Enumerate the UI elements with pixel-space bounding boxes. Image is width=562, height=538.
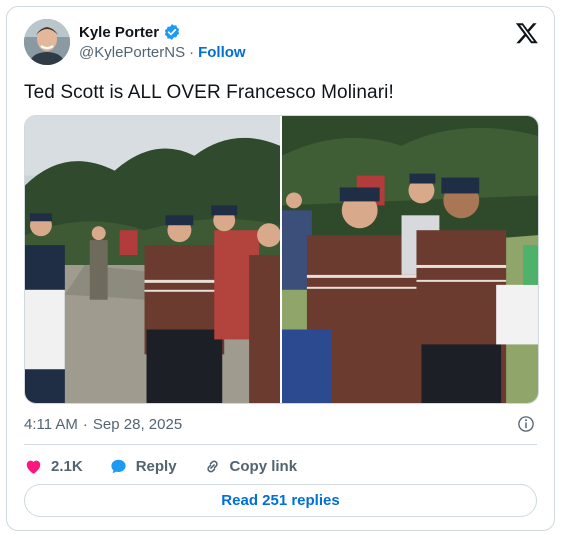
author-handle-row: @KylePorterNS · Follow: [79, 44, 246, 61]
photo-left[interactable]: [25, 116, 280, 403]
tweet-media[interactable]: [24, 115, 539, 404]
tweet-time: 4:11 AM: [24, 416, 78, 433]
action-bar: 2.1K Reply Copy link: [24, 456, 323, 476]
tweet-timestamp[interactable]: 4:11 AM · Sep 28, 2025: [24, 416, 182, 433]
tweet-card: Kyle Porter @KylePorterNS · Follow Ted S…: [6, 6, 555, 531]
follow-button[interactable]: Follow: [198, 44, 246, 61]
reply-bubble-icon: [111, 459, 126, 473]
read-replies-button[interactable]: Read 251 replies: [24, 484, 537, 517]
tweet-date: Sep 28, 2025: [92, 416, 183, 433]
copy-link-button[interactable]: Copy link: [203, 457, 298, 476]
info-icon[interactable]: [517, 415, 535, 433]
handle-separator: ·: [189, 44, 195, 61]
author-handle[interactable]: @KylePorterNS: [79, 44, 185, 61]
photo-right[interactable]: [282, 116, 538, 403]
divider: [24, 444, 537, 445]
copy-link-label: Copy link: [229, 457, 298, 475]
author-name[interactable]: Kyle Porter: [79, 24, 159, 41]
heart-icon: [26, 460, 41, 474]
like-count: 2.1K: [51, 457, 83, 475]
reply-label: Reply: [135, 457, 177, 475]
tweet-text: Ted Scott is ALL OVER Francesco Molinari…: [24, 82, 394, 103]
link-icon: [206, 460, 218, 472]
avatar[interactable]: [24, 19, 70, 65]
author-name-row: Kyle Porter: [79, 22, 181, 42]
x-logo-icon[interactable]: [515, 21, 539, 45]
reply-button[interactable]: Reply: [109, 457, 177, 476]
verified-badge-icon: [164, 24, 180, 40]
timestamp-separator: ·: [82, 416, 88, 433]
like-button[interactable]: 2.1K: [24, 457, 83, 476]
